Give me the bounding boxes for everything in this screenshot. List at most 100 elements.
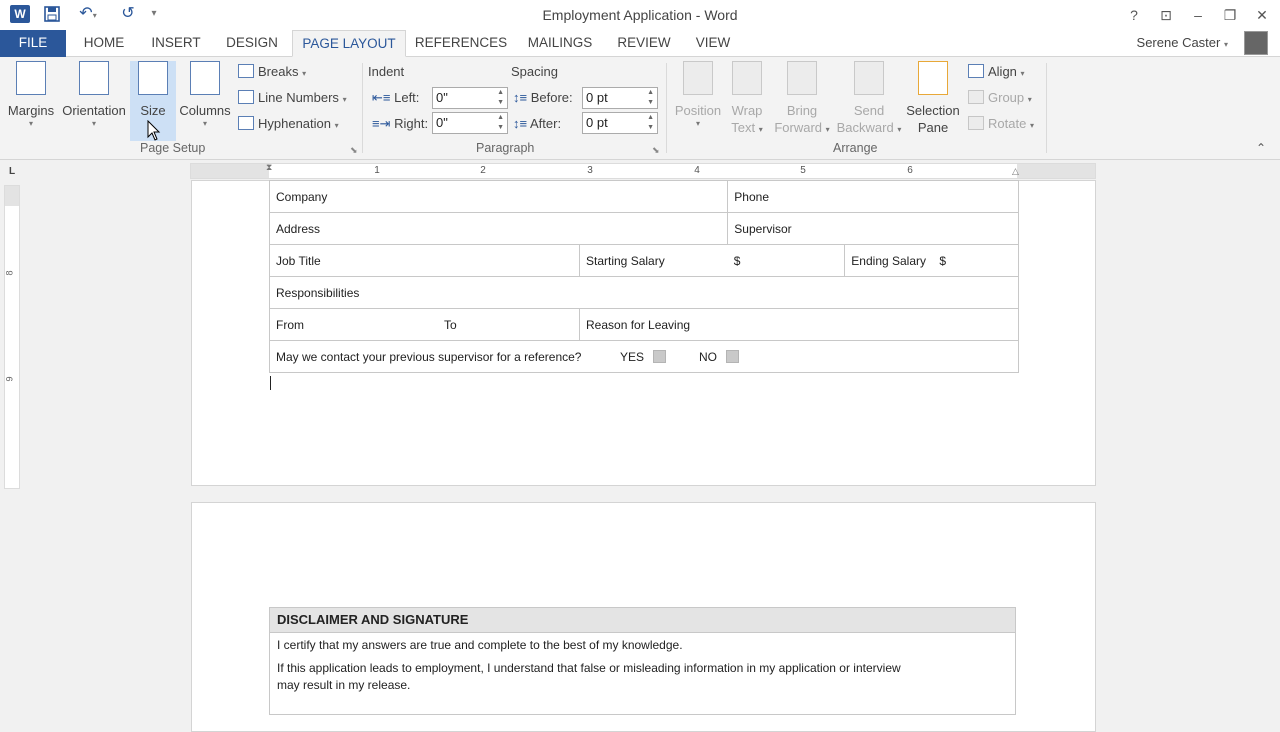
address-cell[interactable]: Address [268,212,729,245]
disclaimer-section: DISCLAIMER AND SIGNATURE I certify that … [269,607,1016,715]
reason-for-leaving-cell[interactable]: Reason for Leaving [579,308,1019,341]
supervisor-cell[interactable]: Supervisor [727,212,1019,245]
window-title: Employment Application - Word [542,7,738,23]
text-cursor [270,376,271,390]
horizontal-ruler[interactable]: ⧗ △ 1 2 3 4 5 6 [190,162,1096,179]
orientation-icon [79,61,109,95]
size-icon [138,61,168,95]
paragraph-launcher-icon[interactable]: ⬊ [652,145,660,156]
disclaimer-line-1[interactable]: I certify that my answers are true and c… [270,637,1015,654]
ending-salary-cell[interactable]: Ending Salary $ [844,244,1019,277]
wrap-text-icon [732,61,762,95]
indent-left-field[interactable]: 0" ▲ ▼ [432,87,508,109]
position-icon [683,61,713,95]
minimize-button[interactable]: – [1186,4,1210,26]
spacing-before-field[interactable]: 0 pt ▲ ▼ [582,87,658,109]
disclaimer-line-2b[interactable]: may result in my release. [270,677,1015,694]
company-cell[interactable]: Company [268,180,729,213]
spacing-after-label: ↕≡ After: [513,116,562,131]
columns-icon [190,61,220,95]
selection-pane-icon [918,61,948,95]
user-account[interactable]: Serene Caster ▾ [1137,35,1228,50]
tab-mailings[interactable]: MAILINGS [520,30,600,57]
phone-cell[interactable]: Phone [727,180,1019,213]
from-cell[interactable]: From [269,308,439,341]
yes-checkbox[interactable] [653,349,667,363]
selection-pane-button[interactable]: Selection Pane [904,61,962,136]
employment-history-table: Company Phone Address Supervisor Job Tit… [268,180,1019,373]
spacing-after-icon: ↕≡ [513,116,528,131]
ribbon-tabs: FILE HOME INSERT DESIGN PAGE LAYOUT REFE… [0,30,1280,57]
indent-left-icon: ⇤≡ [372,90,391,105]
job-title-cell[interactable]: Job Title [269,244,580,277]
right-indent-marker-icon[interactable]: △ [1012,166,1019,177]
margins-button[interactable]: Margins ▾ [6,61,56,128]
send-backward-button[interactable]: Send Backward ▾ [834,61,904,138]
mouse-pointer-icon [147,120,161,141]
tab-references[interactable]: REFERENCES [414,30,508,57]
bring-forward-icon [787,61,817,95]
spacing-heading: Spacing [511,64,558,79]
tab-selector[interactable]: L [4,166,20,180]
indent-right-field[interactable]: 0" ▲ ▼ [432,112,508,134]
tab-view[interactable]: VIEW [690,30,736,57]
user-name: Serene Caster [1136,35,1221,50]
tab-design[interactable]: DESIGN [220,30,284,57]
tab-home[interactable]: HOME [74,30,134,57]
margins-icon [16,61,46,95]
starting-salary-label: Starting Salary [578,244,728,277]
ribbon-display-options-button[interactable]: ⊡ [1154,4,1178,26]
hyphenation-button[interactable]: Hyphenation ▾ [238,114,339,134]
spacing-before-icon: ↕≡ [513,90,528,105]
send-backward-icon [854,61,884,95]
ribbon: Margins ▾ Orientation ▾ Size Columns ▾ B… [0,57,1280,160]
tab-review[interactable]: REVIEW [612,30,676,57]
avatar[interactable] [1244,31,1268,55]
tab-insert[interactable]: INSERT [146,30,206,57]
rotate-button[interactable]: Rotate ▾ [968,114,1034,134]
page-setup-launcher-icon[interactable]: ⬊ [350,145,358,156]
indent-right-label: ≡⇥ Right: [372,116,429,131]
breaks-button[interactable]: Breaks ▾ [238,62,306,82]
hyphenation-icon [238,116,254,130]
spacing-before-label: ↕≡ Before: [513,90,573,105]
group-icon [968,90,984,104]
contact-supervisor-row: May we contact your previous supervisor … [269,340,1019,373]
line-numbers-button[interactable]: Line Numbers ▾ [238,88,347,108]
align-button[interactable]: Align ▾ [968,62,1025,82]
wrap-text-button[interactable]: Wrap Text ▾ [724,61,770,138]
help-button[interactable]: ? [1122,4,1146,26]
indent-marker-icon[interactable]: ⧗ [266,162,272,173]
indent-right-icon: ≡⇥ [372,116,391,131]
starting-salary-field[interactable]: $ [727,244,846,277]
paragraph-group-label: Paragraph [476,141,535,155]
to-cell[interactable]: To [438,308,581,341]
align-icon [968,64,984,78]
columns-button[interactable]: Columns ▾ [178,61,232,128]
no-checkbox[interactable] [726,349,740,363]
yes-label: YES [619,349,644,364]
page-setup-group-label: Page Setup [140,141,206,155]
vertical-ruler[interactable]: 8 9 [4,185,20,489]
restore-button[interactable]: ❐ [1218,4,1242,26]
disclaimer-heading: DISCLAIMER AND SIGNATURE [270,608,1015,633]
disclaimer-line-2a[interactable]: If this application leads to employment,… [270,660,1015,677]
tab-file[interactable]: FILE [0,30,66,57]
responsibilities-cell[interactable]: Responsibilities [269,276,1019,309]
collapse-ribbon-icon[interactable]: ⌃ [1256,141,1266,155]
arrange-group-label: Arrange [833,141,878,155]
orientation-button[interactable]: Orientation ▾ [60,61,128,128]
group-button[interactable]: Group ▾ [968,88,1032,108]
breaks-icon [238,64,254,78]
indent-heading: Indent [368,64,405,79]
spacing-after-field[interactable]: 0 pt ▲ ▼ [582,112,658,134]
no-label: NO [699,349,717,364]
title-bar: W ↶▾ ↺ ▾ Employment Application - Word ?… [0,0,1280,30]
bring-forward-button[interactable]: Bring Forward ▾ [770,61,834,138]
rotate-icon [968,116,984,130]
position-button[interactable]: Position ▾ [672,61,724,128]
close-button[interactable]: ✕ [1250,4,1274,26]
line-numbers-icon [238,90,254,104]
contact-question: May we contact your previous supervisor … [276,349,582,364]
tab-page-layout[interactable]: PAGE LAYOUT [292,30,406,57]
